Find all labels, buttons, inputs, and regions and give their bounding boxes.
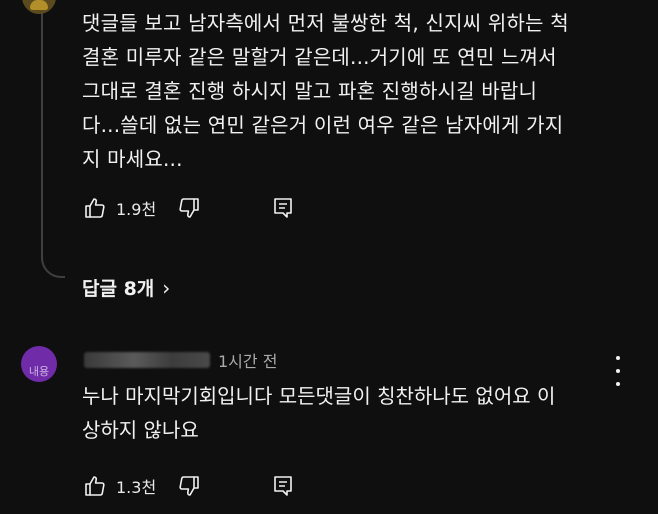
reply-icon[interactable] bbox=[270, 195, 296, 221]
thread-connector bbox=[41, 238, 65, 278]
comment-text: 댓글들 보고 남자측에서 먼저 불쌍한 척, 신지씨 위하는 척 결혼 미루자 … bbox=[82, 11, 569, 171]
thumb-down-icon[interactable] bbox=[176, 195, 202, 221]
author-name-redacted[interactable] bbox=[84, 352, 210, 368]
comment-actions: 1.9천 bbox=[82, 194, 296, 222]
thumb-up-icon[interactable] bbox=[82, 195, 108, 221]
comment-text: 누나 마지막기회입니다 모든댓글이 칭찬하나도 없어요 이 상하지 않나요 bbox=[82, 384, 556, 442]
like-count: 1.9천 bbox=[116, 200, 157, 219]
replies-label: 답글 8개 bbox=[82, 278, 155, 300]
view-replies-button[interactable]: 답글 8개 › bbox=[82, 274, 170, 301]
reply-icon[interactable] bbox=[270, 473, 296, 499]
thread-line bbox=[41, 0, 43, 258]
like-button[interactable]: 1.3천 bbox=[82, 473, 156, 499]
avatar[interactable] bbox=[22, 0, 56, 14]
thumb-up-icon[interactable] bbox=[82, 473, 108, 499]
comment-timestamp[interactable]: 1시간 전 bbox=[218, 348, 277, 372]
like-button[interactable]: 1.9천 bbox=[82, 195, 156, 221]
thumb-down-icon[interactable] bbox=[176, 473, 202, 499]
avatar[interactable]: 내용 bbox=[21, 346, 57, 382]
comment-actions: 1.3천 bbox=[82, 472, 296, 500]
chevron-right-icon: › bbox=[162, 275, 171, 300]
like-count: 1.3천 bbox=[116, 478, 157, 497]
